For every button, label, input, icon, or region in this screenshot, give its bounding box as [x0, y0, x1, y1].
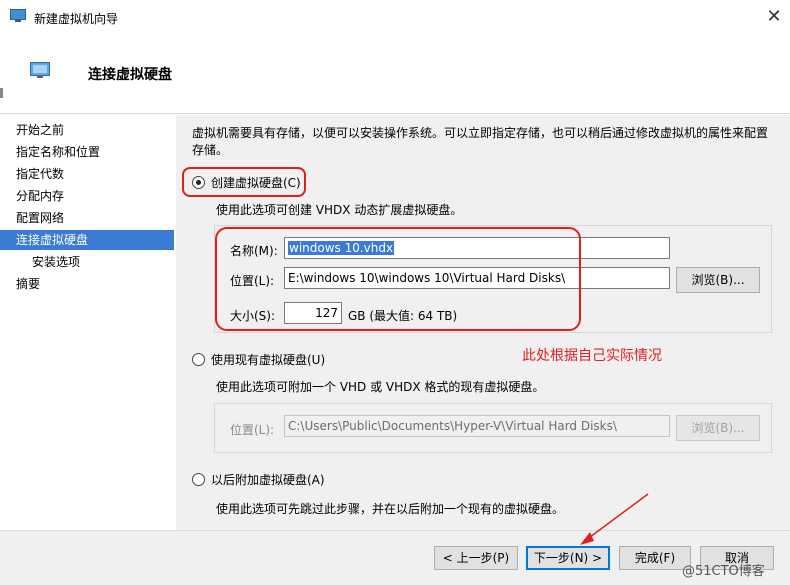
hyperv-app-icon	[10, 9, 26, 23]
existing-browse-button[interactable]: 浏览(B)...	[676, 415, 760, 441]
size-label: 大小(S):	[230, 309, 276, 323]
window-title: 新建虚拟机向导	[34, 12, 119, 26]
watermark: @51CTO博客	[682, 564, 765, 579]
existing-location-label: 位置(L):	[230, 423, 275, 437]
sidebar-item-install-options[interactable]: 安装选项	[0, 252, 174, 272]
sidebar-item-networking[interactable]: 配置网络	[0, 208, 174, 228]
existing-disk-radio[interactable]: 使用现有虚拟硬盘(U)	[192, 351, 325, 369]
finish-button[interactable]: 完成(F)	[619, 546, 691, 570]
attach-later-label: 以后附加虚拟硬盘(A)	[211, 473, 325, 487]
existing-disk-group: 位置(L): C:\Users\Public\Documents\Hyper-V…	[214, 403, 772, 453]
name-label: 名称(M):	[230, 244, 278, 258]
location-label: 位置(L):	[230, 274, 275, 288]
main-panel: 虚拟机需要具有存储，以便可以安装操作系统。可以立即指定存储，也可以稍后通过修改虚…	[176, 115, 790, 530]
annotation-text: 此处根据自己实际情况	[522, 348, 662, 364]
sidebar-item-generation[interactable]: 指定代数	[0, 164, 174, 184]
create-disk-label: 创建虚拟硬盘(C)	[211, 176, 301, 190]
sidebar-item-summary[interactable]: 摘要	[0, 274, 174, 294]
next-button[interactable]: 下一步(N) >	[526, 546, 610, 570]
radio-unchecked-icon[interactable]	[192, 473, 205, 486]
browse-button[interactable]: 浏览(B)...	[676, 267, 760, 293]
disk-name-value: windows 10.vhdx	[288, 241, 395, 255]
wizard-sidebar: 开始之前 指定名称和位置 指定代数 分配内存 配置网络 连接虚拟硬盘 安装选项 …	[0, 115, 175, 530]
previous-button[interactable]: < 上一步(P)	[434, 546, 518, 570]
page-description: 虚拟机需要具有存储，以便可以安装操作系统。可以立即指定存储，也可以稍后通过修改虚…	[192, 126, 769, 157]
sidebar-item-before-you-begin[interactable]: 开始之前	[0, 120, 174, 140]
create-disk-hint: 使用此选项可创建 VHDX 动态扩展虚拟硬盘。	[216, 203, 463, 217]
existing-disk-hint: 使用此选项可附加一个 VHD 或 VHDX 格式的现有虚拟硬盘。	[216, 380, 545, 394]
attach-later-hint: 使用此选项可先跳过此步骤，并在以后附加一个现有的虚拟硬盘。	[216, 502, 565, 516]
existing-location-input[interactable]: C:\Users\Public\Documents\Hyper-V\Virtua…	[284, 415, 670, 437]
left-edge-mark	[0, 88, 3, 98]
disk-location-input[interactable]: E:\windows 10\windows 10\Virtual Hard Di…	[284, 267, 670, 289]
disk-size-input[interactable]: 127	[284, 302, 342, 324]
create-disk-group: 名称(M): windows 10.vhdx 位置(L): E:\windows…	[214, 225, 772, 333]
radio-unchecked-icon[interactable]	[192, 353, 205, 366]
existing-disk-label: 使用现有虚拟硬盘(U)	[211, 353, 326, 367]
radio-checked-icon[interactable]	[192, 176, 205, 189]
virtual-disk-icon	[30, 62, 50, 78]
disk-name-input[interactable]: windows 10.vhdx	[284, 237, 670, 259]
wizard-footer: < 上一步(P) 下一步(N) > 完成(F) 取消	[0, 530, 790, 585]
close-icon[interactable]: ✕	[760, 4, 788, 30]
title-bar: 新建虚拟机向导 ✕	[0, 0, 790, 34]
size-unit-text: GB (最大值: 64 TB)	[348, 309, 458, 323]
attach-later-radio[interactable]: 以后附加虚拟硬盘(A)	[192, 471, 325, 489]
page-heading: 连接虚拟硬盘	[88, 67, 172, 83]
sidebar-item-name-location[interactable]: 指定名称和位置	[0, 142, 174, 162]
sidebar-item-memory[interactable]: 分配内存	[0, 186, 174, 206]
sidebar-item-virtual-disk[interactable]: 连接虚拟硬盘	[0, 230, 174, 250]
create-disk-radio[interactable]: 创建虚拟硬盘(C)	[192, 174, 301, 192]
wizard-header: 连接虚拟硬盘	[0, 34, 790, 114]
